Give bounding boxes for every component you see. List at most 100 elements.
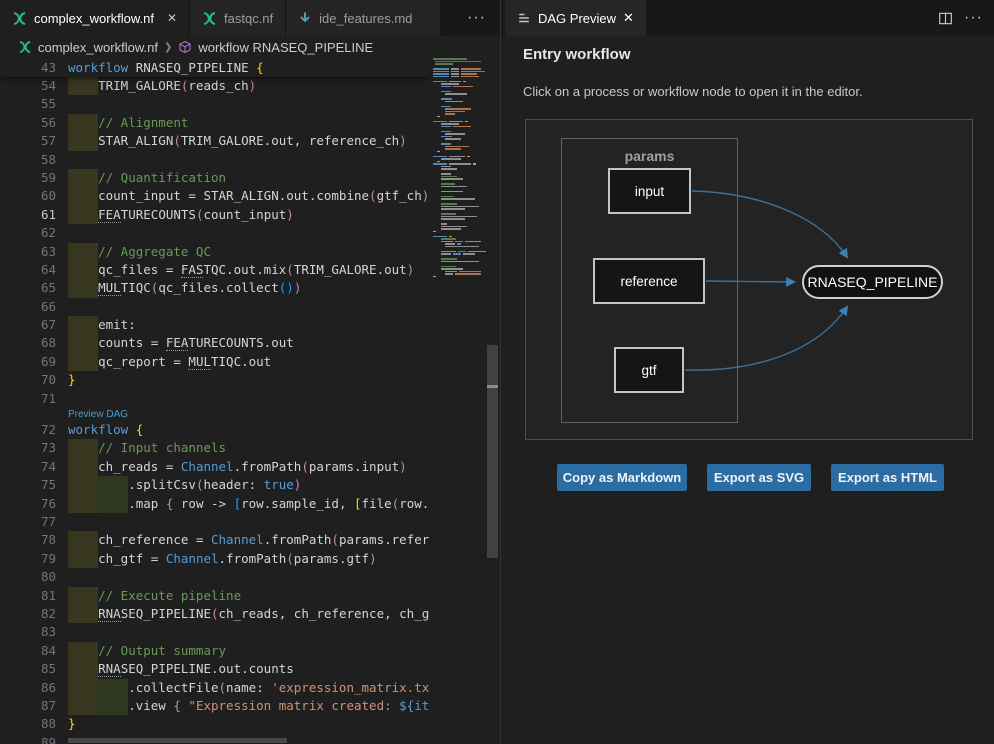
vertical-scrollbar-thumb[interactable]: [487, 345, 498, 558]
tab-complex-workflow[interactable]: complex_workflow.nf ✕: [0, 0, 190, 36]
code-line[interactable]: 63 // Aggregate QC: [0, 243, 430, 261]
close-icon[interactable]: ✕: [167, 11, 177, 25]
code-line[interactable]: 60 count_input = STAR_ALIGN.out.combine(…: [0, 187, 430, 205]
code-line[interactable]: 57 STAR_ALIGN(TRIM_GALORE.out, reference…: [0, 132, 430, 150]
dag-diagram: params input reference gtf RNASEQ_PIPELI…: [525, 119, 973, 440]
code-line[interactable]: 59 // Quantification: [0, 169, 430, 187]
line-number: 67: [0, 316, 56, 334]
line-number: 59: [0, 169, 56, 187]
codelens-preview-dag[interactable]: Preview DAG: [68, 408, 128, 421]
tab-fastqc[interactable]: fastqc.nf: [190, 0, 286, 36]
line-number: 83: [0, 623, 56, 641]
line-number: 84: [0, 642, 56, 660]
line-number: 73: [0, 439, 56, 457]
nextflow-icon: [202, 11, 217, 26]
code-line[interactable]: 80: [0, 568, 430, 586]
line-number: 62: [0, 224, 56, 242]
tab-label: DAG Preview: [538, 11, 616, 26]
code-line[interactable]: 67 emit:: [0, 316, 430, 334]
sticky-line-text: workflow RNASEQ_PIPELINE {: [68, 58, 430, 77]
line-number: 86: [0, 679, 56, 697]
code-line[interactable]: 55: [0, 95, 430, 113]
editor-more-actions[interactable]: ···: [467, 0, 486, 36]
line-number: 60: [0, 187, 56, 205]
code-line[interactable]: 85 RNASEQ_PIPELINE.out.counts: [0, 660, 430, 678]
code-line[interactable]: 66: [0, 298, 430, 316]
line-number: 72: [0, 421, 56, 439]
sticky-scroll-line[interactable]: 43 workflow RNASEQ_PIPELINE {: [0, 58, 430, 77]
vscode-window: complex_workflow.nf ✕ fastqc.nf ide_feat…: [0, 0, 994, 744]
line-number: 58: [0, 151, 56, 169]
tab-label: fastqc.nf: [224, 11, 273, 26]
tab-ide-features[interactable]: ide_features.md: [286, 0, 441, 36]
code-line[interactable]: 75 .splitCsv(header: true): [0, 476, 430, 494]
code-line[interactable]: 79 ch_gtf = Channel.fromPath(params.gtf): [0, 550, 430, 568]
node-input[interactable]: input: [608, 168, 691, 214]
line-number: 61: [0, 206, 56, 224]
breadcrumb-symbol[interactable]: workflow RNASEQ_PIPELINE: [198, 40, 373, 55]
code-line[interactable]: 62: [0, 224, 430, 242]
line-number: 57: [0, 132, 56, 150]
breadcrumb: complex_workflow.nf ❯ workflow RNASEQ_PI…: [0, 36, 500, 58]
code-line[interactable]: 81 // Execute pipeline: [0, 587, 430, 605]
code-line[interactable]: 56 // Alignment: [0, 114, 430, 132]
close-icon[interactable]: ✕: [623, 10, 634, 26]
node-gtf[interactable]: gtf: [614, 347, 684, 393]
code-line[interactable]: 64 qc_files = FASTQC.out.mix(TRIM_GALORE…: [0, 261, 430, 279]
code-line[interactable]: 78 ch_reference = Channel.fromPath(param…: [0, 531, 430, 549]
horizontal-scrollbar-thumb[interactable]: [68, 738, 287, 743]
code-line[interactable]: 86 .collectFile(name: 'expression_matrix…: [0, 679, 430, 697]
code-lines: 54 TRIM_GALORE(reads_ch)5556 // Alignmen…: [0, 77, 430, 744]
code-line[interactable]: 88}: [0, 715, 430, 733]
code-line[interactable]: 71: [0, 390, 430, 408]
nextflow-icon: [12, 11, 27, 26]
codelens-row: Preview DAG: [0, 408, 430, 421]
line-number: 89: [0, 734, 56, 744]
code-line[interactable]: 61 FEATURECOUNTS(count_input): [0, 206, 430, 224]
code-line[interactable]: 70}: [0, 371, 430, 389]
code-line[interactable]: 87 .view { "Expression matrix created: $…: [0, 697, 430, 715]
panel-description: Click on a process or workflow node to o…: [523, 84, 863, 99]
line-number: 68: [0, 334, 56, 352]
code-line[interactable]: 73 // Input channels: [0, 439, 430, 457]
node-rnaseq-pipeline[interactable]: RNASEQ_PIPELINE: [802, 265, 943, 299]
code-editor[interactable]: 43 workflow RNASEQ_PIPELINE { 54 TRIM_GA…: [0, 58, 500, 744]
code-line[interactable]: 76 .map { row -> [row.sample_id, [file(r…: [0, 495, 430, 513]
code-line[interactable]: 77: [0, 513, 430, 531]
dag-preview-panel: DAG Preview ✕ ··· Entry workflow Click o…: [500, 0, 994, 744]
code-line[interactable]: 69 qc_report = MULTIQC.out: [0, 353, 430, 371]
tab-label: complex_workflow.nf: [34, 11, 154, 26]
code-line[interactable]: 84 // Output summary: [0, 642, 430, 660]
line-number: 82: [0, 605, 56, 623]
vertical-scrollbar[interactable]: [487, 58, 498, 744]
line-number: 69: [0, 353, 56, 371]
node-reference[interactable]: reference: [593, 258, 705, 304]
minimap[interactable]: [431, 58, 487, 744]
line-number: 81: [0, 587, 56, 605]
code-line[interactable]: 82 RNASEQ_PIPELINE(ch_reads, ch_referenc…: [0, 605, 430, 623]
symbol-cube-icon: [178, 40, 192, 54]
line-number: 77: [0, 513, 56, 531]
export-as-svg-button[interactable]: Export as SVG: [707, 464, 811, 491]
copy-as-markdown-button[interactable]: Copy as Markdown: [557, 464, 687, 491]
params-group-label: params: [562, 148, 737, 164]
line-number: 65: [0, 279, 56, 297]
code-line[interactable]: 83: [0, 623, 430, 641]
panel-more-actions[interactable]: ···: [964, 0, 983, 36]
line-number: 66: [0, 298, 56, 316]
code-line[interactable]: 65 MULTIQC(qc_files.collect()): [0, 279, 430, 297]
tab-dag-preview[interactable]: DAG Preview ✕: [505, 0, 646, 36]
line-number: 64: [0, 261, 56, 279]
line-number: 70: [0, 371, 56, 389]
panel-heading: Entry workflow: [523, 46, 631, 63]
code-line[interactable]: 74 ch_reads = Channel.fromPath(params.in…: [0, 458, 430, 476]
code-line[interactable]: 72workflow {: [0, 421, 430, 439]
split-editor-icon[interactable]: [938, 0, 953, 36]
code-line[interactable]: 54 TRIM_GALORE(reads_ch): [0, 77, 430, 95]
line-number: 75: [0, 476, 56, 494]
code-line[interactable]: 68 counts = FEATURECOUNTS.out: [0, 334, 430, 352]
breadcrumb-file[interactable]: complex_workflow.nf: [38, 40, 158, 55]
line-number: 88: [0, 715, 56, 733]
code-line[interactable]: 58: [0, 151, 430, 169]
export-as-html-button[interactable]: Export as HTML: [831, 464, 944, 491]
